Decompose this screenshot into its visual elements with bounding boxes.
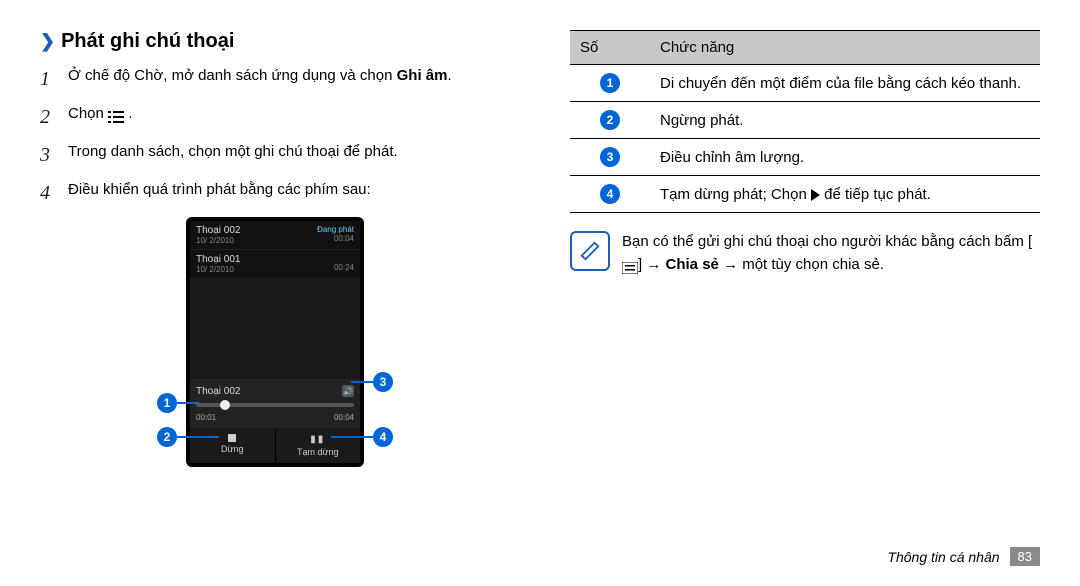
chevron-icon: ❯ [40, 31, 55, 52]
step-text: Trong danh sách, chọn một ghi chú thoại … [68, 141, 398, 162]
function-table: Số Chức năng 1 Di chuyển đến một điểm củ… [570, 30, 1040, 213]
row-text: Điều chỉnh âm lượng. [650, 139, 1040, 176]
step-2: 2 Chọn . [40, 103, 510, 131]
row-badge: 4 [600, 184, 620, 204]
step-number: 1 [40, 65, 58, 93]
stop-button: Dừng [190, 428, 276, 463]
pause-button: ▮▮ Tạm dừng [276, 428, 361, 463]
callout-1: 1 [157, 393, 177, 413]
step-1: 1 Ở chế độ Chờ, mở danh sách ứng dụng và… [40, 65, 510, 93]
row-badge: 3 [600, 147, 620, 167]
step-number: 4 [40, 179, 58, 207]
list-icon [108, 108, 124, 120]
heading-text: Phát ghi chú thoại [61, 30, 234, 53]
note-icon [570, 231, 610, 271]
section-heading: ❯ Phát ghi chú thoại [40, 30, 510, 53]
page-footer: Thông tin cá nhân 83 [887, 547, 1040, 566]
seek-slider [196, 403, 354, 407]
pause-icon: ▮▮ [310, 434, 325, 445]
row-badge: 1 [600, 73, 620, 93]
note-text: Bạn có thể gửi ghi chú thoại cho người k… [622, 231, 1040, 276]
page-number: 83 [1010, 547, 1040, 566]
menu-icon [622, 259, 638, 271]
table-row: 1 Di chuyển đến một điểm của file bằng c… [570, 65, 1040, 102]
row-text: Ngừng phát. [650, 102, 1040, 139]
col-function: Chức năng [650, 31, 1040, 65]
phone-player: Thoại 002 🔊 00:01 00:04 [190, 379, 360, 428]
table-row: 4 Tạm dừng phát; Chọn để tiếp tục phát. [570, 176, 1040, 213]
play-icon [811, 189, 820, 201]
phone-figure: Thoại 002 10/ 2/2010 Đang phát 00:04 Tho… [175, 217, 375, 467]
step-text: Ở chế độ Chờ, mở danh sách ứng dụng và c… [68, 65, 452, 86]
step-text: Chọn . [68, 103, 132, 124]
step-3: 3 Trong danh sách, chọn một ghi chú thoạ… [40, 141, 510, 169]
table-row: 2 Ngừng phát. [570, 102, 1040, 139]
note-block: Bạn có thể gửi ghi chú thoại cho người k… [570, 231, 1040, 276]
step-number: 3 [40, 141, 58, 169]
callout-4: 4 [373, 427, 393, 447]
footer-section: Thông tin cá nhân [887, 549, 999, 565]
volume-icon: 🔊 [342, 385, 354, 397]
callout-2: 2 [157, 427, 177, 447]
row-text: Tạm dừng phát; Chọn để tiếp tục phát. [650, 176, 1040, 213]
row-text: Di chuyển đến một điểm của file bằng các… [650, 65, 1040, 102]
phone-row-1: Thoại 002 10/ 2/2010 Đang phát 00:04 [190, 221, 360, 250]
step-4: 4 Điều khiển quá trình phát bằng các phí… [40, 179, 510, 207]
step-number: 2 [40, 103, 58, 131]
steps-list: 1 Ở chế độ Chờ, mở danh sách ứng dụng và… [40, 65, 510, 207]
callout-3: 3 [373, 372, 393, 392]
step-text: Điều khiển quá trình phát bằng các phím … [68, 179, 371, 200]
col-number: Số [570, 31, 650, 65]
stop-icon [228, 434, 236, 442]
table-row: 3 Điều chỉnh âm lượng. [570, 139, 1040, 176]
row-badge: 2 [600, 110, 620, 130]
phone-row-2: Thoại 001 10/ 2/2010 00:24 [190, 250, 360, 279]
